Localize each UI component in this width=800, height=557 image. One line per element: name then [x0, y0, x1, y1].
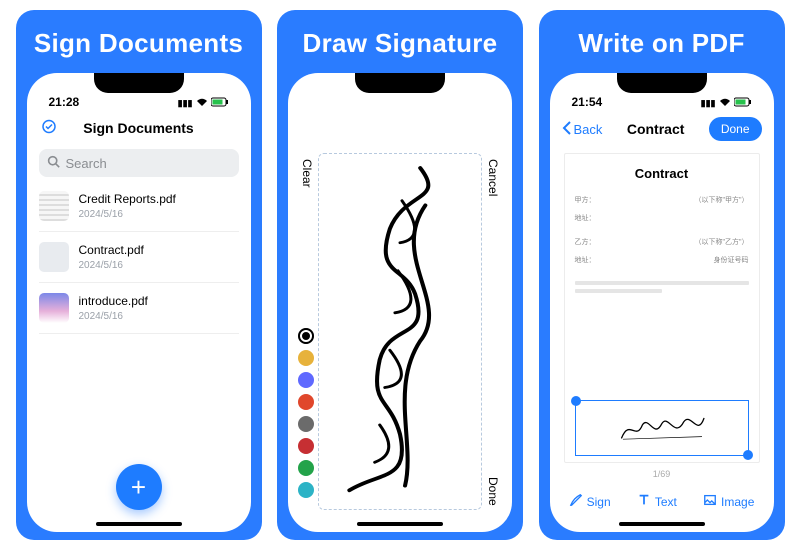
page-indicator: 1/69: [550, 469, 774, 479]
doc-thumbnail: [39, 242, 69, 272]
color-swatch-blue[interactable]: [298, 372, 314, 388]
wifi-icon: [196, 97, 208, 109]
phone-mock: 21:28 ▮▮▮ Sign Documents Search: [27, 73, 251, 532]
done-button[interactable]: Done: [486, 477, 500, 506]
color-swatch-teal[interactable]: [298, 482, 314, 498]
phone-notch: [617, 73, 707, 93]
color-swatch-yellow[interactable]: [298, 350, 314, 366]
cancel-button[interactable]: Cancel: [486, 159, 500, 196]
status-icons: ▮▮▮: [178, 97, 229, 109]
add-button[interactable]: +: [116, 464, 162, 510]
promo-panel-draw-signature: Draw Signature Clear Cancel Done: [277, 10, 523, 540]
color-swatch-green[interactable]: [298, 460, 314, 476]
image-icon: [703, 493, 717, 510]
nav-title: Sign Documents: [83, 120, 193, 136]
panel-title: Draw Signature: [303, 28, 498, 59]
color-swatch-black[interactable]: [298, 328, 314, 344]
panel-title: Sign Documents: [34, 28, 243, 59]
doc-name: Credit Reports.pdf: [79, 192, 176, 206]
list-item[interactable]: Credit Reports.pdf 2024/5/16: [39, 181, 239, 232]
signature-screen: Clear Cancel Done: [288, 111, 512, 532]
placed-signature: [593, 412, 731, 444]
battery-icon: [734, 97, 752, 109]
tool-text-button[interactable]: Text: [637, 493, 677, 510]
nav-title: Contract: [627, 121, 685, 137]
signal-icon: ▮▮▮: [701, 98, 716, 109]
list-item[interactable]: Contract.pdf 2024/5/16: [39, 232, 239, 283]
nav-bar: Sign Documents: [27, 111, 251, 145]
signature-stroke: [319, 154, 481, 509]
text-icon: [637, 493, 651, 510]
resize-handle-icon[interactable]: [743, 450, 753, 460]
page-heading: Contract: [575, 166, 749, 181]
done-button[interactable]: Done: [709, 117, 762, 141]
signature-canvas[interactable]: [318, 153, 482, 510]
phone-mock: 21:54 ▮▮▮ Back Contract Done Co: [550, 73, 774, 532]
clear-button[interactable]: Clear: [300, 159, 314, 188]
phone-notch: [355, 73, 445, 93]
tool-label: Image: [721, 495, 754, 509]
color-swatch-red[interactable]: [298, 438, 314, 454]
home-indicator: [619, 522, 705, 526]
phone-notch: [94, 73, 184, 93]
color-palette: [298, 328, 314, 498]
color-swatch-grey[interactable]: [298, 416, 314, 432]
plus-icon: +: [131, 472, 146, 503]
resize-handle-icon[interactable]: [571, 396, 581, 406]
signal-icon: ▮▮▮: [178, 98, 193, 109]
phone-mock: Clear Cancel Done: [288, 73, 512, 532]
list-item[interactable]: introduce.pdf 2024/5/16: [39, 283, 239, 334]
battery-icon: [211, 97, 229, 109]
search-input[interactable]: Search: [39, 149, 239, 177]
tool-label: Sign: [587, 495, 611, 509]
pdf-page[interactable]: Contract 甲方：（以下称"甲方"） 地址： 乙方：（以下称"乙方"） 地…: [564, 153, 760, 463]
pen-icon: [569, 493, 583, 510]
nav-bar: Back Contract Done: [550, 111, 774, 147]
doc-name: Contract.pdf: [79, 243, 144, 257]
search-placeholder: Search: [66, 156, 107, 171]
status-time: 21:28: [49, 95, 80, 109]
color-swatch-orange[interactable]: [298, 394, 314, 410]
panel-title: Write on PDF: [578, 28, 744, 59]
tool-sign-button[interactable]: Sign: [569, 493, 611, 510]
doc-thumbnail: [39, 191, 69, 221]
back-button[interactable]: Back: [562, 121, 603, 138]
doc-date: 2024/5/16: [79, 311, 148, 322]
status-time: 21:54: [572, 95, 603, 109]
signature-placement-box[interactable]: [575, 400, 749, 456]
chevron-left-icon: [562, 121, 572, 138]
doc-date: 2024/5/16: [79, 209, 176, 220]
search-icon: [47, 155, 60, 171]
home-indicator: [357, 522, 443, 526]
wifi-icon: [719, 97, 731, 109]
tool-image-button[interactable]: Image: [703, 493, 754, 510]
status-icons: ▮▮▮: [701, 97, 752, 109]
promo-panel-write-on-pdf: Write on PDF 21:54 ▮▮▮ Back Contra: [539, 10, 785, 540]
doc-date: 2024/5/16: [79, 260, 144, 271]
doc-thumbnail: [39, 293, 69, 323]
home-indicator: [96, 522, 182, 526]
promo-panel-sign-documents: Sign Documents 21:28 ▮▮▮ Sign Documents: [16, 10, 262, 540]
tool-label: Text: [655, 495, 677, 509]
settings-icon[interactable]: [41, 119, 57, 138]
doc-name: introduce.pdf: [79, 294, 148, 308]
back-label: Back: [574, 122, 603, 137]
